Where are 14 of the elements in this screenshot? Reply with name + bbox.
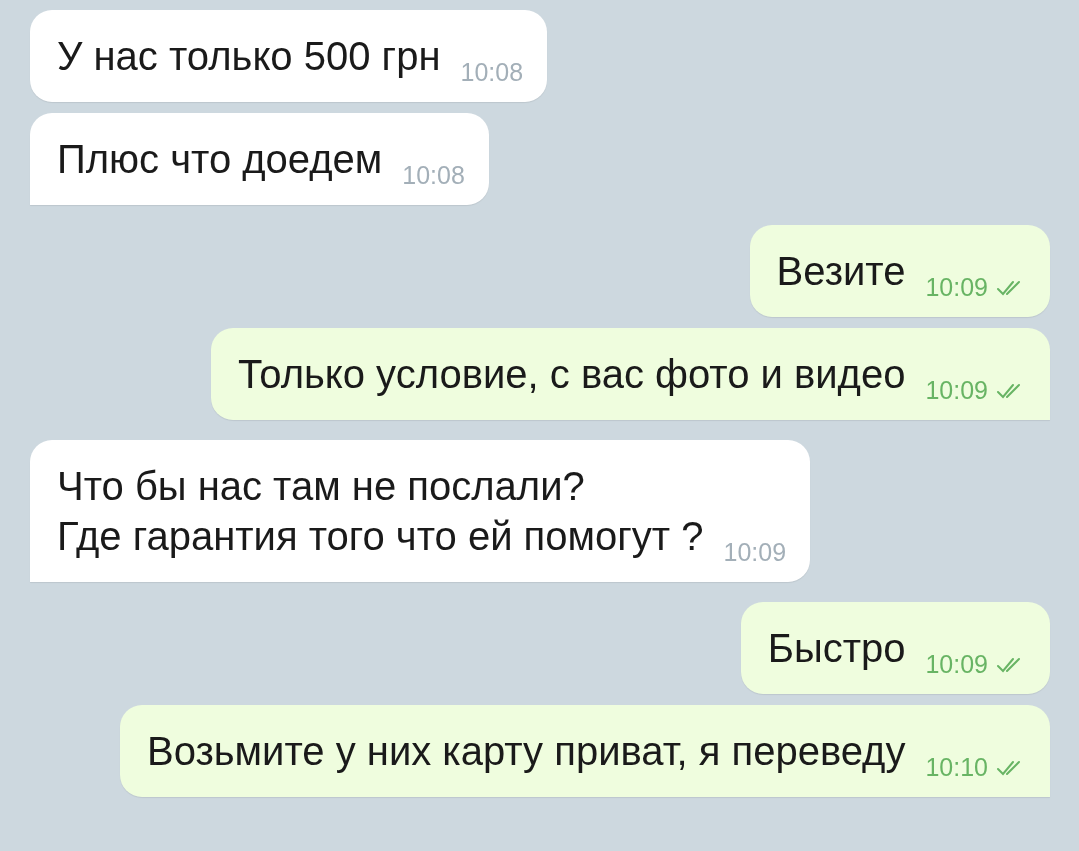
message-text: Везите	[776, 248, 906, 295]
message-text: Плюс что доедем	[57, 136, 383, 183]
message-time: 10:08	[460, 58, 524, 87]
message-time: 10:09	[925, 376, 988, 405]
message-text: Возьмите у них карту приват, я переведу	[146, 728, 906, 775]
message-time: 10:09	[723, 538, 787, 567]
message-time: 10:09	[925, 273, 988, 302]
message-text: Быстро	[767, 625, 906, 672]
message-time: 10:09	[925, 650, 988, 679]
message-text: Только условие, с вас фото и видео	[237, 351, 906, 398]
message-text: Что бы нас там не послали? Где гарантия того что ей помогут ?	[57, 463, 704, 560]
message-time: 10:08	[402, 161, 465, 190]
message-text: У нас только 500 грн	[57, 33, 441, 80]
message-time: 10:10	[925, 753, 988, 782]
